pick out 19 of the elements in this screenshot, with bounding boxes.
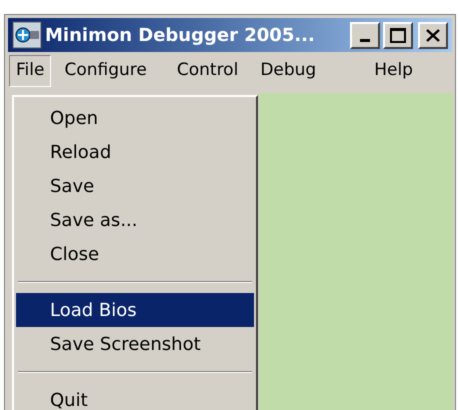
menu-option[interactable]: Load Bios <box>16 293 254 327</box>
app-icon <box>12 21 42 49</box>
menu-option[interactable]: Quit <box>16 383 254 410</box>
minimize-button[interactable] <box>350 22 380 48</box>
menu-item[interactable]: Help <box>367 55 420 87</box>
menu-item[interactable]: File <box>9 55 52 87</box>
menu-option[interactable]: Reload <box>16 135 254 169</box>
menu-option[interactable]: Save <box>16 169 254 203</box>
menu-item[interactable]: Control <box>170 55 246 87</box>
menu-item[interactable]: Debug <box>253 55 324 87</box>
close-button[interactable] <box>418 22 448 48</box>
menu-option[interactable]: Open <box>16 101 254 135</box>
window-title: Minimon Debugger 2005... <box>45 24 316 48</box>
maximize-button[interactable] <box>383 22 413 48</box>
menu-option[interactable]: Save as... <box>16 203 254 237</box>
menu-option[interactable]: Close <box>16 237 254 271</box>
menu-option[interactable]: Save Screenshot <box>16 327 254 361</box>
menu-item[interactable]: Configure <box>57 55 154 87</box>
close-icon <box>426 28 440 42</box>
